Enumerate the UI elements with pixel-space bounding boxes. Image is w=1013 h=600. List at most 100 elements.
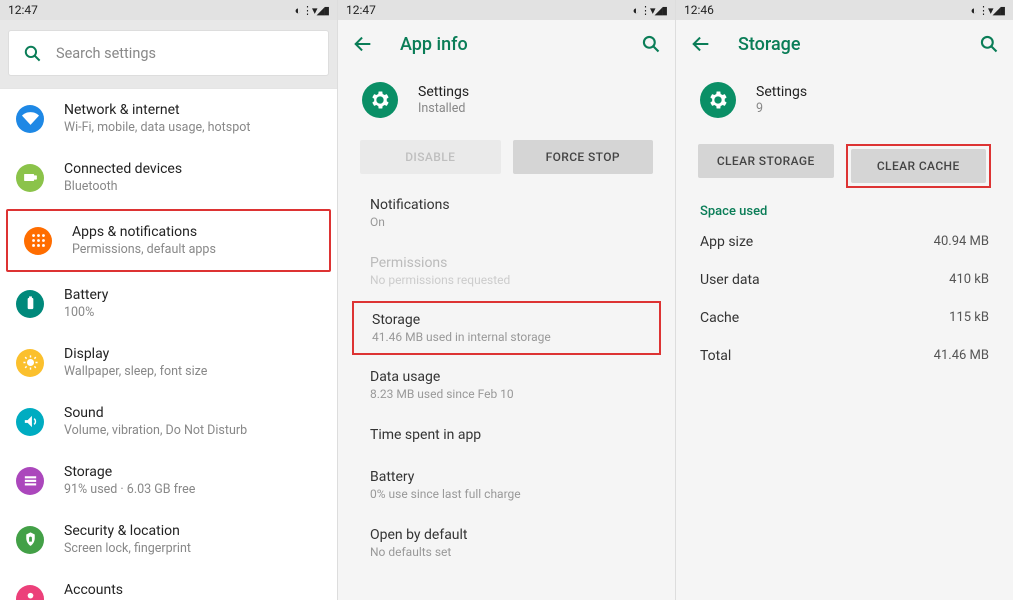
item-icon (24, 227, 52, 255)
detail-subtitle: On (370, 215, 651, 229)
detail-title: Notifications (370, 197, 651, 213)
detail-time-spent-in-app[interactable]: Time spent in app (338, 414, 675, 456)
clock: 12:47 (346, 3, 376, 17)
detail-battery[interactable]: Battery 0% use since last full charge (338, 456, 675, 514)
search-icon[interactable] (641, 34, 661, 54)
search-icon (23, 44, 42, 63)
detail-title: Data usage (370, 369, 651, 385)
search-input[interactable]: Search settings (8, 30, 329, 76)
screen-settings: 12:47 ◐ ⋮▾◢▮ Search settings Network & i… (0, 0, 338, 600)
app-status: Installed (418, 101, 469, 116)
item-icon (16, 408, 44, 436)
row-value: 115 kB (949, 310, 989, 326)
status-bar: 12:47 ◐ ⋮▾◢▮ (0, 0, 337, 20)
item-title: Storage (64, 464, 195, 480)
item-title: Apps & notifications (72, 224, 216, 240)
detail-title: Time spent in app (370, 427, 651, 443)
force-stop-button[interactable]: FORCE STOP (513, 140, 654, 174)
item-icon (16, 526, 44, 554)
app-info-row: Settings Installed (338, 68, 675, 136)
settings-item-storage[interactable]: Storage 91% used · 6.03 GB free (0, 451, 337, 510)
status-icons: ◐ ⋮▾◢▮ (971, 4, 1005, 17)
item-title: Sound (64, 405, 247, 421)
item-subtitle: Permissions, default apps (72, 242, 216, 257)
detail-open-by-default[interactable]: Open by defaultNo defaults set (338, 514, 675, 572)
settings-item-accounts[interactable]: AccountsWhatsApp, Google, Duo (0, 569, 337, 600)
item-subtitle: Wallpaper, sleep, font size (64, 364, 207, 379)
settings-item-battery[interactable]: Battery 100% (0, 274, 337, 333)
item-icon (16, 290, 44, 318)
status-icons: ◐ ⋮▾◢▮ (633, 4, 667, 17)
settings-item-display[interactable]: Display Wallpaper, sleep, font size (0, 333, 337, 392)
search-icon[interactable] (979, 34, 999, 54)
gear-icon (362, 82, 398, 118)
item-subtitle: 100% (64, 305, 108, 320)
disable-button: DISABLE (360, 140, 501, 174)
detail-title: Storage (372, 312, 641, 328)
item-title: Security & location (64, 523, 191, 539)
row-key: User data (700, 272, 760, 288)
storage-row-cache: Cache 115 kB (676, 299, 1013, 337)
clear-cache-button[interactable]: CLEAR CACHE (851, 149, 987, 183)
storage-row-user-data: User data 410 kB (676, 261, 1013, 299)
settings-item-network-internet[interactable]: Network & internet Wi-Fi, mobile, data us… (0, 89, 337, 148)
item-title: Display (64, 346, 207, 362)
space-used-heading: Space used (676, 196, 1013, 223)
item-icon (16, 349, 44, 377)
clock: 12:47 (8, 3, 38, 17)
detail-permissions: Permissions No permissions requested (338, 242, 675, 300)
settings-item-security-location[interactable]: Security & location Screen lock, fingerpr… (0, 510, 337, 569)
detail-subtitle: 41.46 MB used in internal storage (372, 330, 641, 344)
header-title: Storage (738, 34, 979, 55)
row-key: Cache (700, 310, 739, 326)
detail-title: Battery (370, 469, 651, 485)
row-value: 410 kB (949, 272, 989, 288)
item-subtitle: Bluetooth (64, 179, 182, 194)
item-subtitle: 91% used · 6.03 GB free (64, 482, 195, 497)
gear-icon (700, 82, 736, 118)
detail-title: Permissions (370, 255, 651, 271)
app-info-row: Settings 9 (676, 68, 1013, 136)
clock: 12:46 (684, 3, 714, 17)
detail-data-usage[interactable]: Data usage 8.23 MB used since Feb 10 (338, 356, 675, 414)
item-title: Network & internet (64, 102, 250, 118)
item-icon (16, 105, 44, 133)
item-icon (16, 585, 44, 600)
detail-storage[interactable]: Storage 41.46 MB used in internal storage (352, 301, 661, 355)
detail-subtitle: 8.23 MB used since Feb 10 (370, 387, 651, 401)
app-version: 9 (756, 101, 807, 116)
header-title: App info (400, 34, 641, 55)
detail-subtitle: No permissions requested (370, 273, 651, 287)
status-bar: 12:47 ◐ ⋮▾◢▮ (338, 0, 675, 20)
item-subtitle: Wi-Fi, mobile, data usage, hotspot (64, 120, 250, 135)
search-placeholder: Search settings (56, 45, 156, 62)
row-value: 40.94 MB (934, 234, 989, 250)
app-name: Settings (756, 84, 807, 100)
item-icon (16, 164, 44, 192)
highlight-clear-cache: CLEAR CACHE (846, 144, 992, 188)
back-icon[interactable] (352, 33, 374, 55)
item-icon (16, 467, 44, 495)
settings-item-apps-notifications[interactable]: Apps & notifications Permissions, default… (6, 209, 331, 272)
screen-storage: 12:46 ◐ ⋮▾◢▮ Storage Settings 9 CLEAR ST… (676, 0, 1013, 600)
back-icon[interactable] (690, 33, 712, 55)
item-title: Battery (64, 287, 108, 303)
storage-row-total: Total41.46 MB (676, 337, 1013, 375)
item-title: Accounts (64, 582, 194, 598)
storage-row-app-size: App size 40.94 MB (676, 223, 1013, 261)
item-title: Connected devices (64, 161, 182, 177)
status-bar: 12:46 ◐ ⋮▾◢▮ (676, 0, 1013, 20)
detail-notifications[interactable]: Notifications On (338, 184, 675, 242)
settings-item-sound[interactable]: Sound Volume, vibration, Do Not Disturb (0, 392, 337, 451)
screen-app-info: 12:47 ◐ ⋮▾◢▮ App info Settings Installed… (338, 0, 676, 600)
row-value: 41.46 MB (934, 348, 989, 364)
clear-storage-button[interactable]: CLEAR STORAGE (698, 144, 834, 178)
settings-item-connected-devices[interactable]: Connected devices Bluetooth (0, 148, 337, 207)
item-subtitle: Volume, vibration, Do Not Disturb (64, 423, 247, 438)
detail-subtitle: 0% use since last full charge (370, 487, 651, 501)
row-key: App size (700, 234, 753, 250)
status-icons: ◐ ⋮▾◢▮ (295, 4, 329, 17)
detail-subtitle: No defaults set (370, 545, 651, 559)
app-name: Settings (418, 84, 469, 100)
item-subtitle: Screen lock, fingerprint (64, 541, 191, 556)
